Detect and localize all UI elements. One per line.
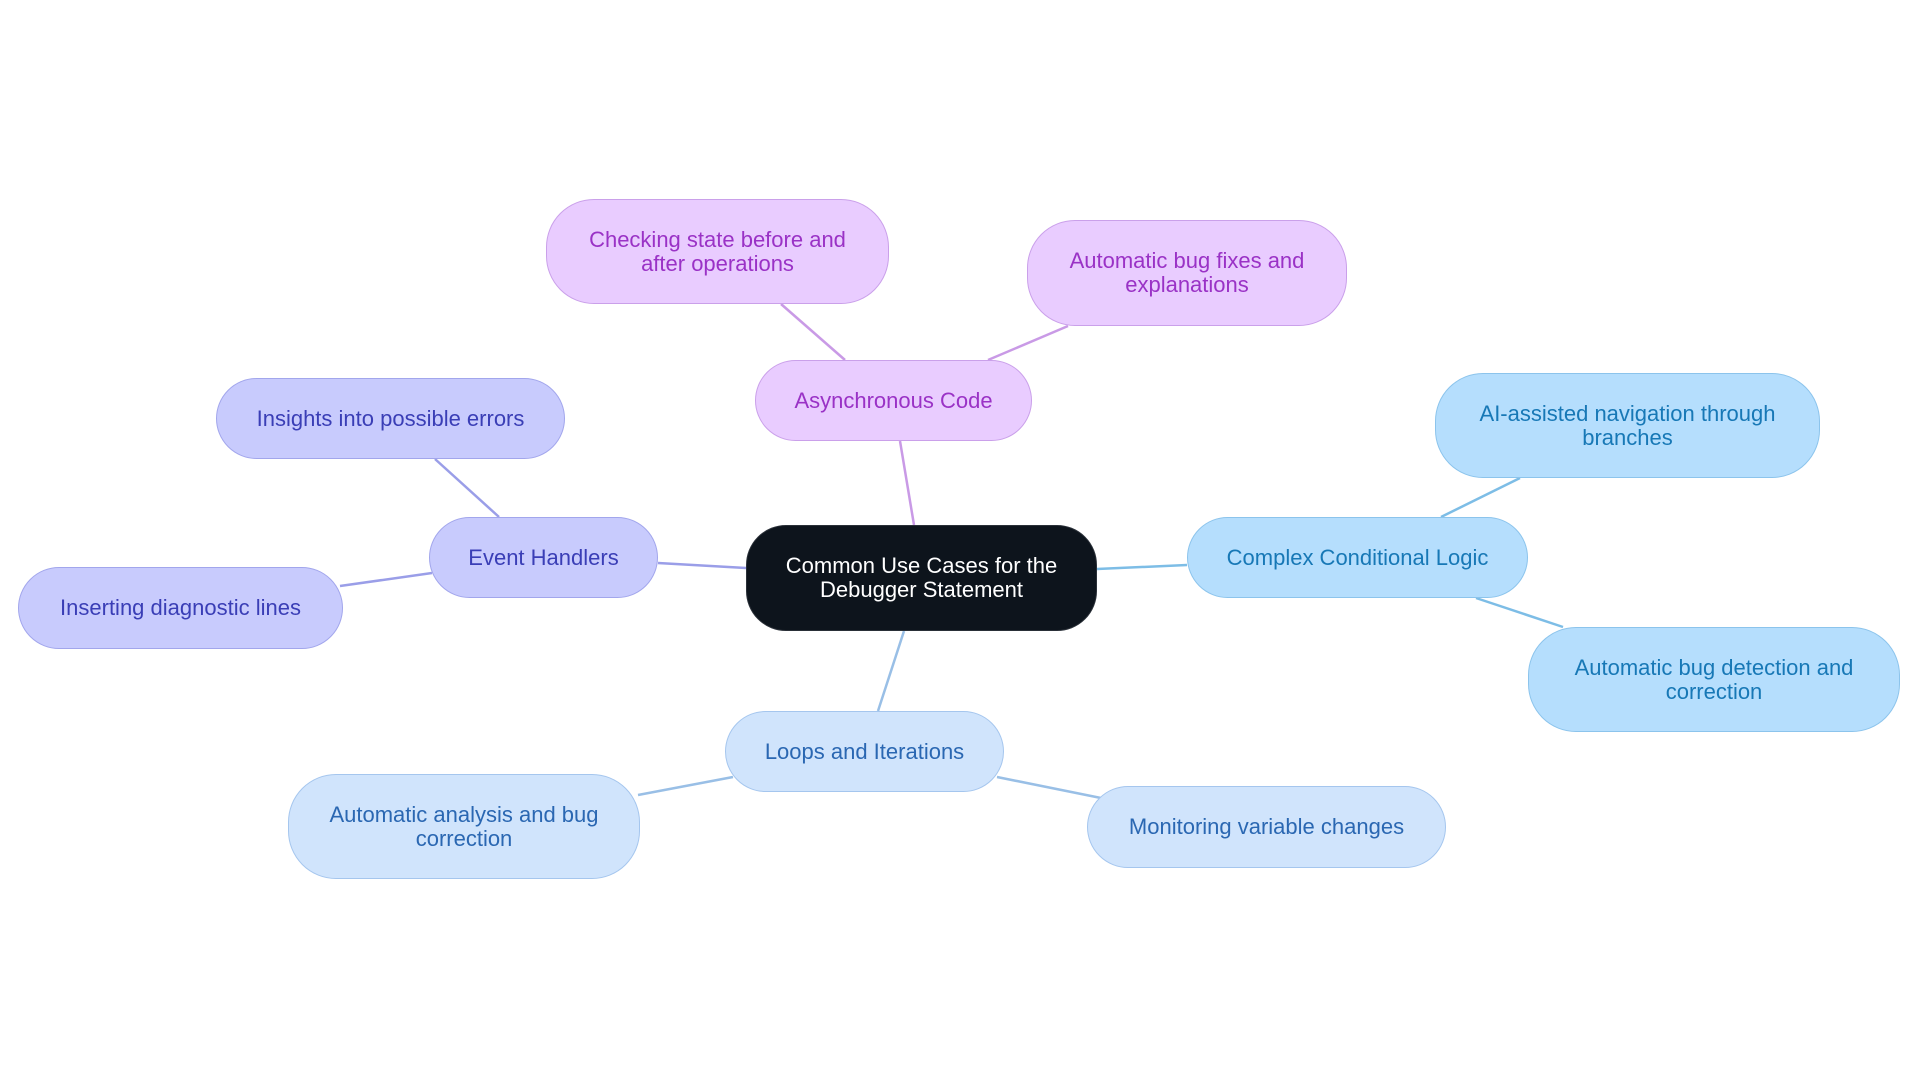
leaf-node-automatic-bug-detection[interactable]: Automatic bug detection and correction	[1528, 627, 1900, 732]
edge-async-fixes	[987, 324, 1069, 362]
branch-node-event-handlers[interactable]: Event Handlers	[429, 517, 658, 598]
branch-label: Loops and Iterations	[764, 738, 965, 764]
edge-events-insights	[434, 458, 500, 518]
branch-node-loops-and-iterations[interactable]: Loops and Iterations	[725, 711, 1004, 792]
edge-loops-monitoring	[996, 775, 1102, 800]
branch-label: Asynchronous Code	[794, 387, 993, 413]
leaf-node-monitoring-variable-changes[interactable]: Monitoring variable changes	[1087, 786, 1446, 868]
leaf-label: Automatic analysis and bug correction	[329, 801, 599, 851]
leaf-label: Automatic bug fixes and explanations	[1069, 248, 1305, 297]
branch-node-complex-conditional-logic[interactable]: Complex Conditional Logic	[1187, 517, 1528, 598]
edge-root-loops	[876, 630, 906, 712]
edge-root-async	[898, 440, 916, 526]
leaf-label: Monitoring variable changes	[1128, 814, 1405, 839]
leaf-node-ai-assisted-navigation[interactable]: AI-assisted navigation through branches	[1435, 373, 1820, 478]
edge-root-complex	[1096, 563, 1188, 571]
leaf-label: Checking state before and after operatio…	[589, 226, 846, 276]
leaf-node-checking-state[interactable]: Checking state before and after operatio…	[546, 199, 889, 304]
edge-loops-analysis	[637, 775, 734, 797]
branch-label: Event Handlers	[468, 544, 619, 570]
edge-complex-detection	[1475, 596, 1564, 629]
root-label: Common Use Cases for the Debugger Statem…	[785, 553, 1058, 602]
leaf-node-inserting-diagnostic-lines[interactable]: Inserting diagnostic lines	[18, 567, 343, 649]
root-node[interactable]: Common Use Cases for the Debugger Statem…	[746, 525, 1097, 631]
leaf-node-automatic-analysis[interactable]: Automatic analysis and bug correction	[288, 774, 640, 879]
branch-label: Complex Conditional Logic	[1226, 544, 1489, 570]
edge-async-checking	[780, 303, 846, 361]
branch-node-asynchronous-code[interactable]: Asynchronous Code	[755, 360, 1032, 441]
leaf-node-insights-into-errors[interactable]: Insights into possible errors	[216, 378, 565, 459]
leaf-label: AI-assisted navigation through branches	[1479, 400, 1776, 450]
leaf-label: Inserting diagnostic lines	[60, 595, 301, 620]
edge-complex-ai	[1440, 476, 1521, 519]
leaf-node-automatic-bug-fixes[interactable]: Automatic bug fixes and explanations	[1027, 220, 1347, 326]
leaf-label: Automatic bug detection and correction	[1574, 654, 1854, 704]
edge-events-diagnostic	[339, 571, 433, 588]
edge-root-events	[657, 561, 747, 570]
leaf-label: Insights into possible errors	[256, 405, 525, 431]
